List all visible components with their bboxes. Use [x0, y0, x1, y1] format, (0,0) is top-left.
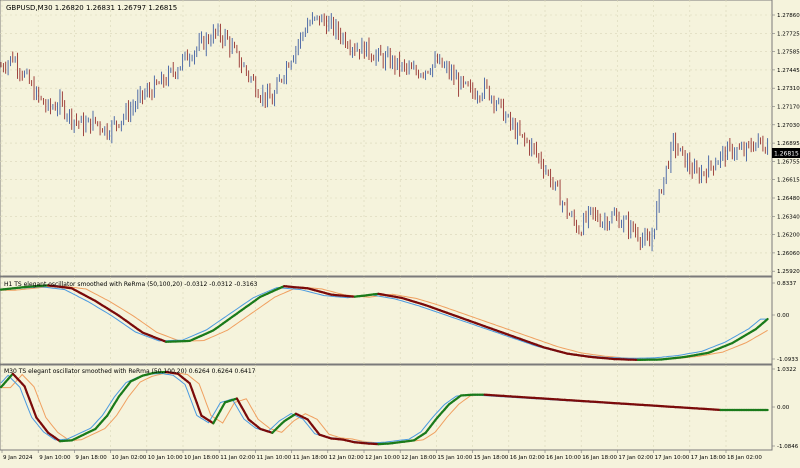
time-tick-label: 10 Jan 18:00: [184, 455, 219, 461]
time-tick-label: 10 Jan 02:00: [112, 455, 147, 461]
price-tick-label: 1.27445: [777, 68, 800, 74]
time-tick-label: 9 Jan 2024: [3, 455, 33, 461]
time-tick-label: 12 Jan 02:00: [329, 455, 364, 461]
osc2-legend: M30 TS elegant oscillator smoothed with …: [4, 368, 256, 375]
oscillator-main-line: [765, 319, 767, 321]
osc-tick-label: 0.8337: [777, 281, 797, 287]
price-tick-label: 1.27170: [777, 105, 800, 111]
current-price-label: 1.26815: [774, 151, 799, 158]
price-tick-label: 1.27860: [777, 13, 800, 19]
time-tick-label: 18 Jan 02:00: [727, 455, 762, 461]
time-tick-label: 11 Jan 10:00: [256, 455, 291, 461]
price-tick-label: 1.26060: [777, 251, 800, 257]
time-tick-label: 17 Jan 18:00: [691, 455, 726, 461]
osc1-legend: H1 TS elegant oscillator smoothed with R…: [4, 281, 258, 288]
osc-tick-label: -1.0933: [777, 357, 799, 363]
osc-tick-label: 0.00: [777, 313, 790, 319]
time-tick-label: 16 Jan 18:00: [582, 455, 617, 461]
time-tick-label: 11 Jan 02:00: [220, 455, 255, 461]
price-tick-label: 1.26755: [777, 159, 800, 165]
time-tick-label: 12 Jan 18:00: [401, 455, 436, 461]
price-tick-label: 1.25920: [777, 269, 800, 275]
time-tick-label: 10 Jan 10:00: [148, 455, 183, 461]
symbol-legend: GBPUSD,M30 1.26820 1.26831 1.26797 1.268…: [6, 4, 177, 12]
time-tick-label: 17 Jan 02:00: [618, 455, 653, 461]
time-tick-label: 11 Jan 18:00: [293, 455, 328, 461]
time-tick-label: 15 Jan 10:00: [437, 455, 472, 461]
price-tick-label: 1.27725: [777, 31, 800, 37]
chart-svg[interactable]: 1.27860 1.27725 1.27585 1.27445 1.27310 1.271…: [0, 0, 800, 464]
price-tick-label: 1.27310: [777, 86, 800, 92]
time-tick-label: 9 Jan 10:00: [39, 455, 71, 461]
osc-tick-label: 0.00: [777, 405, 790, 411]
time-tick-label: 15 Jan 18:00: [474, 455, 509, 461]
trading-terminal: 1.27860 1.27725 1.27585 1.27445 1.27310 1.271…: [0, 0, 800, 464]
price-tick-label: 1.26895: [777, 141, 800, 147]
osc-tick-label: 1.0322: [777, 367, 796, 373]
price-tick-label: 1.26200: [777, 233, 800, 239]
price-axis: 1.27860 1.27725 1.27585 1.27445 1.27310 1.271…: [772, 13, 800, 275]
price-tick-label: 1.26615: [777, 178, 800, 184]
time-tick-label: 16 Jan 10:00: [546, 455, 581, 461]
time-tick-label: 12 Jan 10:00: [365, 455, 400, 461]
time-tick-label: 9 Jan 18:00: [75, 455, 107, 461]
current-price-marker: 1.26815: [772, 148, 800, 158]
time-tick-label: 16 Jan 02:00: [510, 455, 545, 461]
price-tick-label: 1.27585: [777, 50, 800, 56]
time-tick-label: 17 Jan 10:00: [655, 455, 690, 461]
price-tick-label: 1.27030: [777, 123, 800, 129]
price-tick-label: 1.26480: [777, 196, 800, 202]
osc-tick-label: -1.0846: [777, 444, 799, 450]
price-tick-label: 1.26340: [777, 214, 800, 220]
